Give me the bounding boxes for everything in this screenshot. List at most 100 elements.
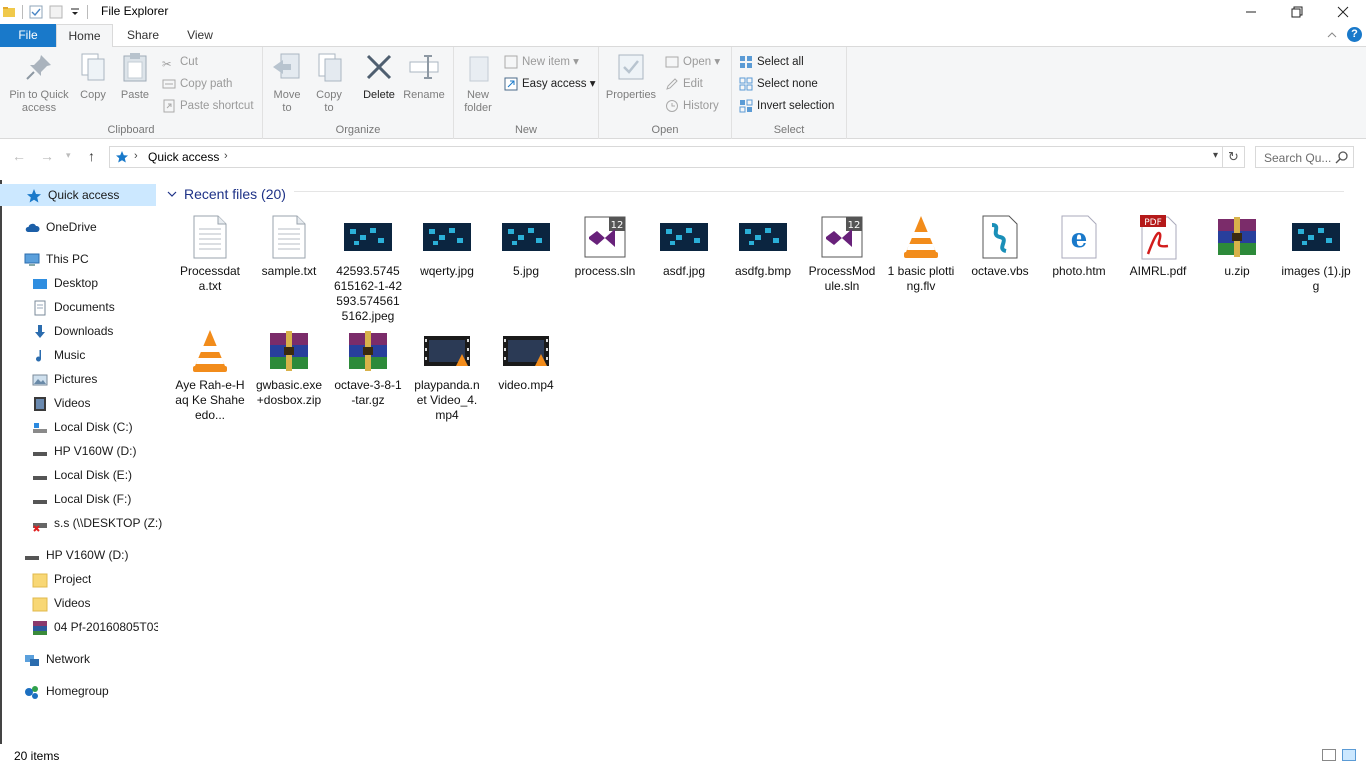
copy-to-button[interactable]: Copy to (311, 51, 347, 115)
back-arrow-icon[interactable]: ← (12, 148, 26, 164)
sidebar-item-homegroup[interactable]: Homegroup (24, 680, 109, 702)
pictures-icon (32, 374, 48, 386)
file-tile[interactable]: asdfg.bmp (728, 212, 798, 279)
refresh-button[interactable]: ↻ (1223, 146, 1245, 168)
sidebar-item-videos-folder[interactable]: Videos (32, 592, 90, 614)
edit-button[interactable]: Edit (665, 74, 703, 94)
help-icon[interactable]: ? (1347, 27, 1362, 42)
sidebar-item-project[interactable]: Project (32, 568, 91, 590)
new-item-button[interactable]: New item ▾ (504, 52, 579, 72)
file-tile[interactable]: 12 process.sln (570, 212, 640, 279)
sidebar-item-desktop[interactable]: Desktop (32, 272, 98, 294)
file-tile[interactable]: e photo.htm (1044, 212, 1114, 279)
paste-icon (123, 53, 147, 82)
recent-files-group-header[interactable]: Recent files (20) (166, 186, 286, 202)
group-header-rule (158, 182, 1358, 192)
file-tile[interactable]: 12 ProcessModule.sln (807, 212, 877, 294)
sidebar-item-archive[interactable]: 04 Pf-20160805T034 (32, 616, 158, 638)
sidebar-item-documents[interactable]: Documents (32, 296, 115, 318)
breadcrumb-chevron-icon[interactable]: › (224, 150, 228, 162)
file-tile[interactable]: PDF AIMRL.pdf (1123, 212, 1193, 279)
file-tile[interactable]: octave-3-8-1-tar.gz (333, 326, 403, 408)
new-folder-button[interactable]: New folder (460, 51, 496, 115)
move-to-button[interactable]: Move to (269, 51, 305, 115)
sidebar-item-videos[interactable]: Videos (32, 392, 90, 414)
chevron-up-icon[interactable] (1327, 30, 1337, 40)
minimize-button[interactable] (1228, 0, 1274, 24)
new-folder-icon[interactable] (49, 5, 63, 19)
breadcrumb[interactable]: Quick access (148, 150, 219, 164)
tab-share[interactable]: Share (120, 24, 166, 47)
forward-arrow-icon[interactable]: → (40, 148, 54, 164)
sidebar-item-network[interactable]: Network (24, 648, 90, 670)
history-button[interactable]: History (665, 96, 719, 116)
file-tile[interactable]: wqerty.jpg (412, 212, 482, 279)
easy-access-button[interactable]: Easy access ▾ (504, 74, 596, 94)
tab-file[interactable]: File (0, 24, 56, 47)
file-tile[interactable]: Aye Rah-e-Haq Ke Shaheedo... (175, 326, 245, 423)
sidebar-item-music[interactable]: Music (32, 344, 85, 366)
delete-button[interactable]: Delete (357, 51, 401, 102)
search-input[interactable]: Search Qu... (1255, 146, 1354, 168)
file-tile[interactable]: video.mp4 (491, 326, 561, 393)
select-none-button[interactable]: Select none (739, 74, 818, 94)
restore-button[interactable] (1274, 0, 1320, 24)
new-item-label: New item (522, 56, 570, 68)
tab-home[interactable]: Home (56, 24, 113, 48)
file-tile[interactable]: octave.vbs (965, 212, 1035, 279)
cut-button[interactable]: ✂ Cut (162, 52, 198, 72)
sidebar-item-this-pc[interactable]: This PC (24, 248, 89, 270)
up-arrow-icon[interactable]: ↑ (88, 148, 95, 164)
sidebar-item-network-drive-z[interactable]: s.s (\\DESKTOP (Z:) (32, 512, 162, 534)
sidebar-item-local-disk-f[interactable]: Local Disk (F:) (32, 488, 131, 510)
paste-shortcut-button[interactable]: Paste shortcut (162, 96, 254, 116)
file-name: octave-3-8-1-tar.gz (334, 378, 402, 407)
close-button[interactable] (1320, 0, 1366, 24)
folder-app-icon[interactable] (2, 5, 16, 19)
rename-button[interactable]: Rename (401, 51, 447, 102)
properties-button[interactable]: Properties (603, 51, 659, 102)
open-button[interactable]: Open ▾ (665, 52, 720, 72)
copy-path-button[interactable]: Copy path (162, 74, 232, 94)
file-tile[interactable]: Processdata.txt (175, 212, 245, 294)
customize-dropdown-icon[interactable] (69, 5, 81, 19)
file-tile[interactable]: 1 basic plotting.flv (886, 212, 956, 294)
details-view-button[interactable] (1322, 749, 1336, 761)
copy-button[interactable]: Copy (76, 51, 110, 102)
file-name: images (1).jpg (1281, 264, 1351, 293)
file-tile[interactable]: 42593.5745615162-1-42593.5745615162.jpeg (333, 212, 403, 324)
file-tile[interactable]: gwbasic.exe+dosbox.zip (254, 326, 324, 408)
file-tile[interactable]: sample.txt (254, 212, 324, 279)
file-tile[interactable]: playpanda.net Video_4.mp4 (412, 326, 482, 423)
recent-locations-dropdown-icon[interactable]: ▾ (66, 150, 71, 161)
file-tile[interactable]: asdf.jpg (649, 212, 719, 279)
pin-to-quick-access-button[interactable]: Pin to Quick access (6, 51, 72, 115)
sidebar-item-label: Downloads (54, 324, 114, 338)
large-icons-view-button[interactable] (1342, 749, 1356, 761)
tab-view[interactable]: View (180, 24, 220, 47)
download-icon (35, 324, 45, 338)
select-all-button[interactable]: Select all (739, 52, 804, 72)
file-tile[interactable]: images (1).jpg (1281, 212, 1351, 294)
rename-label: Rename (403, 89, 445, 101)
delete-label: Delete (363, 89, 395, 101)
sidebar-item-pictures[interactable]: Pictures (32, 368, 97, 390)
invert-selection-button[interactable]: Invert selection (739, 96, 834, 116)
paste-button[interactable]: Paste (118, 51, 152, 102)
sidebar-item-quick-access[interactable]: Quick access (0, 184, 156, 206)
file-tile[interactable]: 5.jpg (491, 212, 561, 279)
sidebar-item-downloads[interactable]: Downloads (32, 320, 113, 342)
sidebar-item-onedrive[interactable]: OneDrive (24, 216, 97, 238)
file-tile[interactable]: u.zip (1202, 212, 1272, 279)
sidebar-item-hp-v160w-d[interactable]: HP V160W (D:) (32, 440, 136, 462)
ribbon-right-controls: ? (1327, 27, 1362, 42)
sidebar-item-hp-v160w-d-root[interactable]: HP V160W (D:) (24, 544, 128, 566)
pin-label: Pin to Quick access (9, 89, 69, 114)
breadcrumb-chevron-icon[interactable]: › (134, 150, 138, 162)
address-bar[interactable]: › Quick access › ▾ (109, 146, 1223, 168)
address-dropdown-icon[interactable]: ▾ (1213, 150, 1218, 161)
properties-icon[interactable] (29, 5, 43, 19)
svg-text:e: e (1071, 224, 1088, 254)
sidebar-item-local-disk-c[interactable]: Local Disk (C:) (32, 416, 133, 438)
sidebar-item-local-disk-e[interactable]: Local Disk (E:) (32, 464, 132, 486)
